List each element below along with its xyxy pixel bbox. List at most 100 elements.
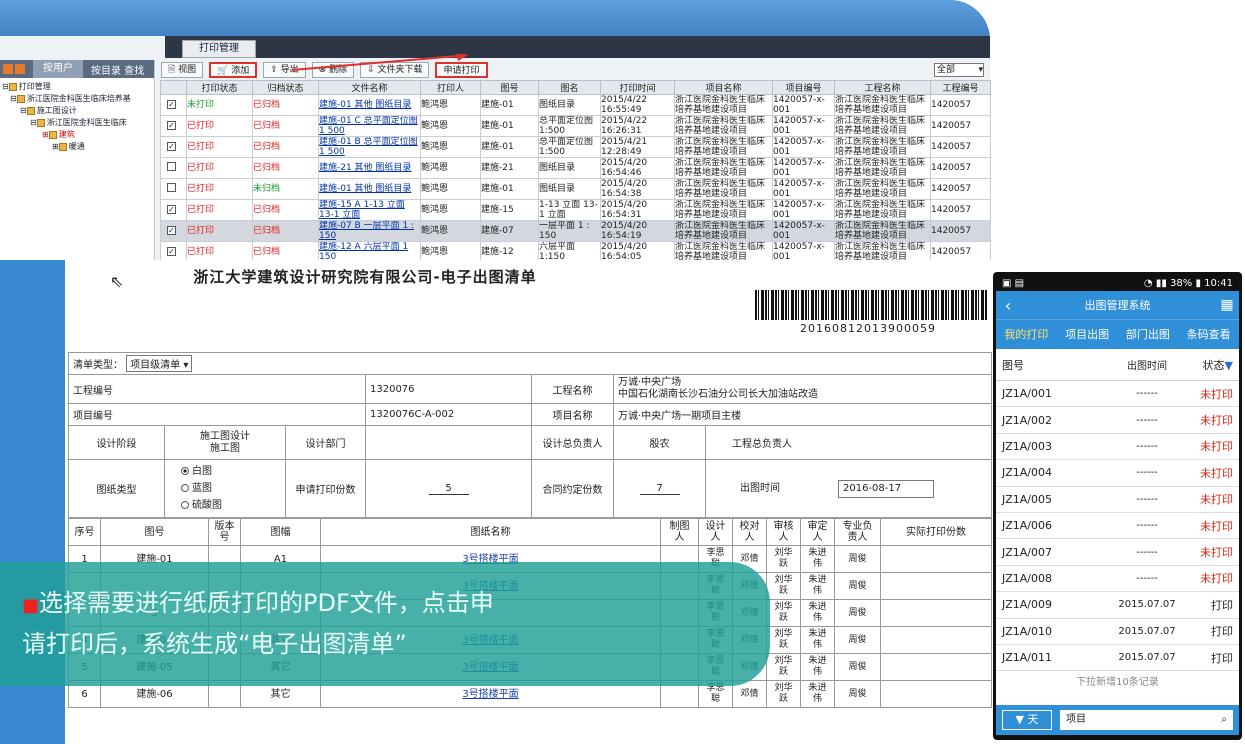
tree-item[interactable]: ⊟ 浙江医院金科医生临床 bbox=[2, 117, 152, 129]
add-button[interactable]: 🛒 添加 bbox=[209, 62, 258, 78]
column-header[interactable]: 打印人 bbox=[420, 80, 481, 95]
tree-item[interactable]: ⊞ 暖通 bbox=[2, 141, 152, 153]
out-time-input[interactable]: 2016-08-17 bbox=[838, 480, 934, 498]
tree-item-selected[interactable]: ⊞ 建筑 bbox=[2, 129, 152, 141]
list-column-header: 图纸名称 bbox=[320, 518, 661, 546]
print-person: 鲍鸿恩 bbox=[420, 115, 481, 137]
table-row[interactable]: ✓ 未打印 已归档 建施-01 其他 图纸目录 鲍鸿恩 建施-01 图纸目录 2015/4/2… bbox=[160, 94, 991, 116]
row-checkbox[interactable]: ✓ bbox=[167, 247, 176, 256]
column-header[interactable]: 工程编号 bbox=[930, 80, 991, 95]
project-number: 1420057-x-001 bbox=[772, 199, 835, 221]
column-header[interactable] bbox=[160, 80, 187, 95]
file-name-link[interactable]: 建施-07 B 一层平面 1 : 150 bbox=[318, 220, 421, 242]
folder-icon bbox=[16, 94, 25, 103]
column-header[interactable]: 打印状态 bbox=[186, 80, 253, 95]
list-item[interactable]: JZ1A/005 ------ 未打印 bbox=[996, 487, 1239, 513]
column-header[interactable]: 文件名称 bbox=[318, 80, 421, 95]
contract-copies-value[interactable]: 7 bbox=[639, 483, 680, 495]
list-item[interactable]: JZ1A/011 2015.07.07 打印 bbox=[996, 645, 1239, 672]
project-name: 浙江医院金科医生临床培养基地建设项目 bbox=[674, 178, 773, 200]
column-header[interactable]: 图号 bbox=[480, 80, 539, 95]
back-icon[interactable]: ‹ bbox=[996, 296, 1020, 315]
list-item[interactable]: JZ1A/009 2015.07.07 打印 bbox=[996, 592, 1239, 619]
list-column-header: 校对人 bbox=[732, 518, 767, 546]
eng-name-value: 万诚·中央广场 中国石化湖南长沙石油分公司长大加油站改造 bbox=[612, 374, 993, 404]
table-row[interactable]: 已打印 未归档 建施-01 其他 图纸目录 鲍鸿恩 建施-01 图纸目录 2015/4/20… bbox=[160, 178, 991, 200]
tree-item[interactable]: ⊟ 施工图设计 bbox=[2, 105, 152, 117]
table-row[interactable]: ✓ 已打印 已归档 建施-01 C 总平面定位图 1 500 鲍鸿恩 建施-01 总平面定位… bbox=[160, 115, 991, 137]
row-checkbox[interactable] bbox=[167, 162, 176, 171]
tab-barcode-view[interactable]: 条码查看 bbox=[1178, 320, 1239, 349]
status-badge: 未打印 bbox=[1200, 466, 1233, 480]
list-item[interactable]: JZ1A/010 2015.07.07 打印 bbox=[996, 619, 1239, 645]
column-header[interactable]: 项目编号 bbox=[772, 80, 835, 95]
list-item[interactable]: JZ1A/004 ------ 未打印 bbox=[996, 460, 1239, 487]
row-checkbox[interactable]: ✓ bbox=[167, 226, 176, 235]
row-checkbox[interactable]: ✓ bbox=[167, 205, 176, 214]
tree-item[interactable]: ⊟ 打印管理 bbox=[2, 81, 152, 93]
grid-icon[interactable]: ▦ bbox=[1215, 297, 1239, 313]
column-header[interactable]: 打印时间 bbox=[600, 80, 675, 95]
drawing-number: 建施-01 bbox=[480, 136, 539, 158]
file-name-link[interactable]: 建施-01 其他 图纸目录 bbox=[318, 178, 421, 200]
status-sort[interactable]: 状态▼ bbox=[1187, 357, 1233, 373]
list-item[interactable]: JZ1A/002 ------ 未打印 bbox=[996, 407, 1239, 434]
table-row[interactable]: ✓ 已打印 已归档 建施-01 B 总平面定位图 1 500 鲍鸿恩 建施-01 总平面定位… bbox=[160, 136, 991, 158]
load-more[interactable]: 下拉新增10条记录 bbox=[996, 673, 1239, 688]
tab-dept-print[interactable]: 部门出图 bbox=[1118, 320, 1179, 349]
app-bar: ‹ 出图管理系统 ▦ bbox=[996, 291, 1239, 319]
file-name-link[interactable]: 建施-01 C 总平面定位图 1 500 bbox=[318, 115, 421, 137]
drawing-name: 图纸目录 bbox=[538, 157, 601, 179]
approver: 朱进伟 bbox=[800, 545, 835, 573]
tab-by-directory[interactable]: 按目录 查找 bbox=[83, 62, 152, 77]
list-item[interactable]: JZ1A/007 ------ 未打印 bbox=[996, 539, 1239, 566]
list-item[interactable]: JZ1A/008 ------ 未打印 bbox=[996, 566, 1239, 593]
row-checkbox[interactable]: ✓ bbox=[167, 142, 176, 151]
table-row[interactable]: ✓ 已打印 已归档 建施-07 B 一层平面 1 : 150 鲍鸿恩 建施-07 一层平面 … bbox=[160, 220, 991, 242]
file-name-link[interactable]: 建施-01 其他 图纸目录 bbox=[318, 94, 421, 116]
paper-type-sulfate[interactable]: 硫酸图 bbox=[181, 497, 281, 514]
bullet-icon: ■ bbox=[22, 595, 40, 616]
filter-select[interactable]: 全部 ▾ bbox=[934, 63, 984, 77]
file-name-link[interactable]: 建施-15 A 1-13 立面 13-1 立面 bbox=[318, 199, 421, 221]
empty-cell bbox=[880, 599, 992, 627]
menu-icon[interactable] bbox=[3, 64, 13, 74]
row-checkbox[interactable]: ✓ bbox=[167, 121, 176, 130]
tab-print-manager[interactable]: 打印管理 bbox=[182, 40, 256, 58]
row-checkbox[interactable]: ✓ bbox=[167, 100, 176, 109]
column-header[interactable]: 图名 bbox=[538, 80, 601, 95]
engineering-name: 浙江医院金科医生临床培养基地建设项目 bbox=[834, 199, 931, 221]
file-name-link[interactable]: 建施-01 B 总平面定位图 1 500 bbox=[318, 136, 421, 158]
row-checkbox[interactable] bbox=[167, 183, 176, 192]
list-type-select[interactable]: 项目级清单 ▾ bbox=[126, 355, 193, 372]
engineering-name: 浙江医院金科医生临床培养基地建设项目 bbox=[834, 115, 931, 137]
list-item[interactable]: JZ1A/006 ------ 未打印 bbox=[996, 513, 1239, 540]
req-copies-value[interactable]: 5 bbox=[428, 483, 469, 495]
tab-my-print[interactable]: 我的打印 bbox=[996, 320, 1057, 349]
engineering-number: 1420057 bbox=[930, 199, 991, 221]
tab-by-user[interactable]: 按用户 bbox=[33, 60, 83, 78]
file-name-link[interactable]: 建施-21 其他 图纸目录 bbox=[318, 157, 421, 179]
project-tree: ⊟ 打印管理 ⊟ 浙江医院金科医生临床培养基 ⊟ 施工图设计 ⊟ 浙江医院金科医生临床 … bbox=[0, 78, 154, 156]
table-row[interactable]: 已打印 已归档 建施-21 其他 图纸目录 鲍鸿恩 建施-21 图纸目录 2015/4/20… bbox=[160, 157, 991, 179]
status-badge: 未打印 bbox=[1200, 440, 1233, 454]
tree-item[interactable]: ⊟ 浙江医院金科医生临床培养基 bbox=[2, 93, 152, 105]
engineering-name: 浙江医院金科医生临床培养基地建设项目 bbox=[834, 94, 931, 116]
paper-type-blue[interactable]: 蓝图 bbox=[181, 480, 281, 497]
collapse-icon[interactable] bbox=[15, 64, 25, 74]
list-item[interactable]: JZ1A/003 ------ 未打印 bbox=[996, 434, 1239, 461]
status-badge: 打印 bbox=[1211, 651, 1233, 665]
paper-type-white[interactable]: 白图 bbox=[181, 463, 281, 480]
row-checkbox-cell bbox=[160, 178, 187, 200]
list-item[interactable]: JZ1A/001 ------ 未打印 bbox=[996, 381, 1239, 408]
column-header[interactable]: 归档状态 bbox=[252, 80, 319, 95]
search-input[interactable]: 项目 ⌕ bbox=[1060, 710, 1233, 730]
range-dropdown[interactable]: ▼ 天 bbox=[1002, 710, 1052, 730]
list-column-header: 图幅 bbox=[240, 518, 321, 546]
view-button[interactable]: 🗎 视图 bbox=[161, 62, 204, 78]
column-header[interactable]: 项目名称 bbox=[674, 80, 773, 95]
project-number: 1420057-x-001 bbox=[772, 115, 835, 137]
column-header[interactable]: 工程名称 bbox=[834, 80, 931, 95]
table-row[interactable]: ✓ 已打印 已归档 建施-15 A 1-13 立面 13-1 立面 鲍鸿恩 建施-15 1-… bbox=[160, 199, 991, 221]
tab-project-print[interactable]: 项目出图 bbox=[1057, 320, 1118, 349]
